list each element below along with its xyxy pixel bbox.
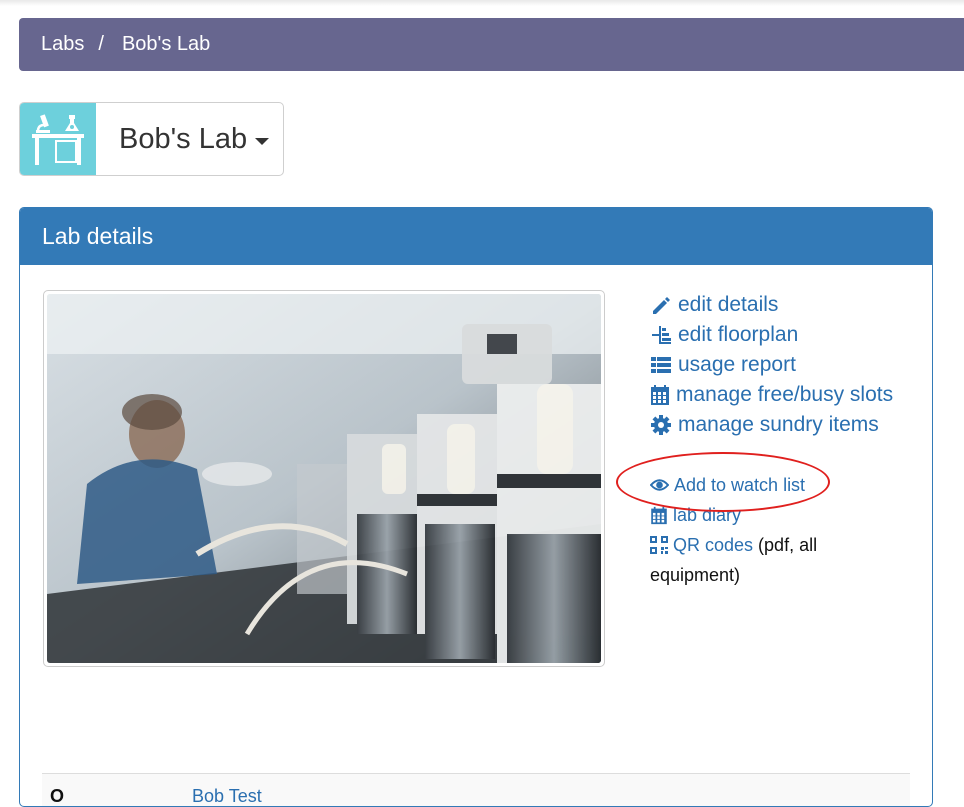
qr-code-icon xyxy=(650,536,668,554)
lab-selector-name: Bob's Lab xyxy=(119,122,248,155)
lab-bench-icon xyxy=(20,103,96,175)
usage-report-link[interactable]: usage report xyxy=(650,350,910,380)
qr-codes-link[interactable]: QR codes xyxy=(673,535,753,555)
details-row-value[interactable]: Bob Test xyxy=(192,786,262,806)
top-shadow xyxy=(0,0,964,6)
calendar-icon xyxy=(651,385,669,405)
actions-list: edit details edit floorplan usage report… xyxy=(650,290,910,590)
details-table-row: O Bob Test xyxy=(42,773,910,806)
edit-floorplan-label: edit floorplan xyxy=(678,323,799,346)
annotation-highlight xyxy=(616,452,830,512)
qr-codes-line: QR codes (pdf, all equipment) xyxy=(650,530,910,590)
breadcrumb: Labs / Bob's Lab xyxy=(19,18,964,71)
panel-heading: Lab details xyxy=(20,208,932,265)
usage-report-label: usage report xyxy=(678,353,796,376)
breadcrumb-current: Bob's Lab xyxy=(121,33,211,55)
caret-down-icon xyxy=(255,137,270,145)
lab-details-panel: Lab details edit details edit floorplan … xyxy=(19,207,933,807)
calendar-icon xyxy=(651,506,667,524)
details-row-label: O xyxy=(50,786,65,806)
edit-floorplan-link[interactable]: edit floorplan xyxy=(650,320,910,350)
manage-slots-link[interactable]: manage free/busy slots xyxy=(650,380,910,410)
breadcrumb-labs-link[interactable]: Labs xyxy=(41,33,84,56)
floorplan-icon xyxy=(652,326,671,344)
manage-sundry-items-link[interactable]: manage sundry items xyxy=(650,410,910,440)
manage-sundry-items-label: manage sundry items xyxy=(678,413,879,436)
gear-icon xyxy=(651,415,671,435)
edit-details-label: edit details xyxy=(678,293,779,316)
edit-details-link[interactable]: edit details xyxy=(650,290,910,320)
lab-photo xyxy=(43,290,605,667)
panel-title: Lab details xyxy=(42,223,154,249)
manage-slots-label: manage free/busy slots xyxy=(676,383,894,406)
list-icon xyxy=(651,357,671,373)
lab-selector-dropdown[interactable]: Bob's Lab xyxy=(19,102,284,176)
pencil-icon xyxy=(653,297,670,314)
breadcrumb-separator: / xyxy=(98,33,104,55)
